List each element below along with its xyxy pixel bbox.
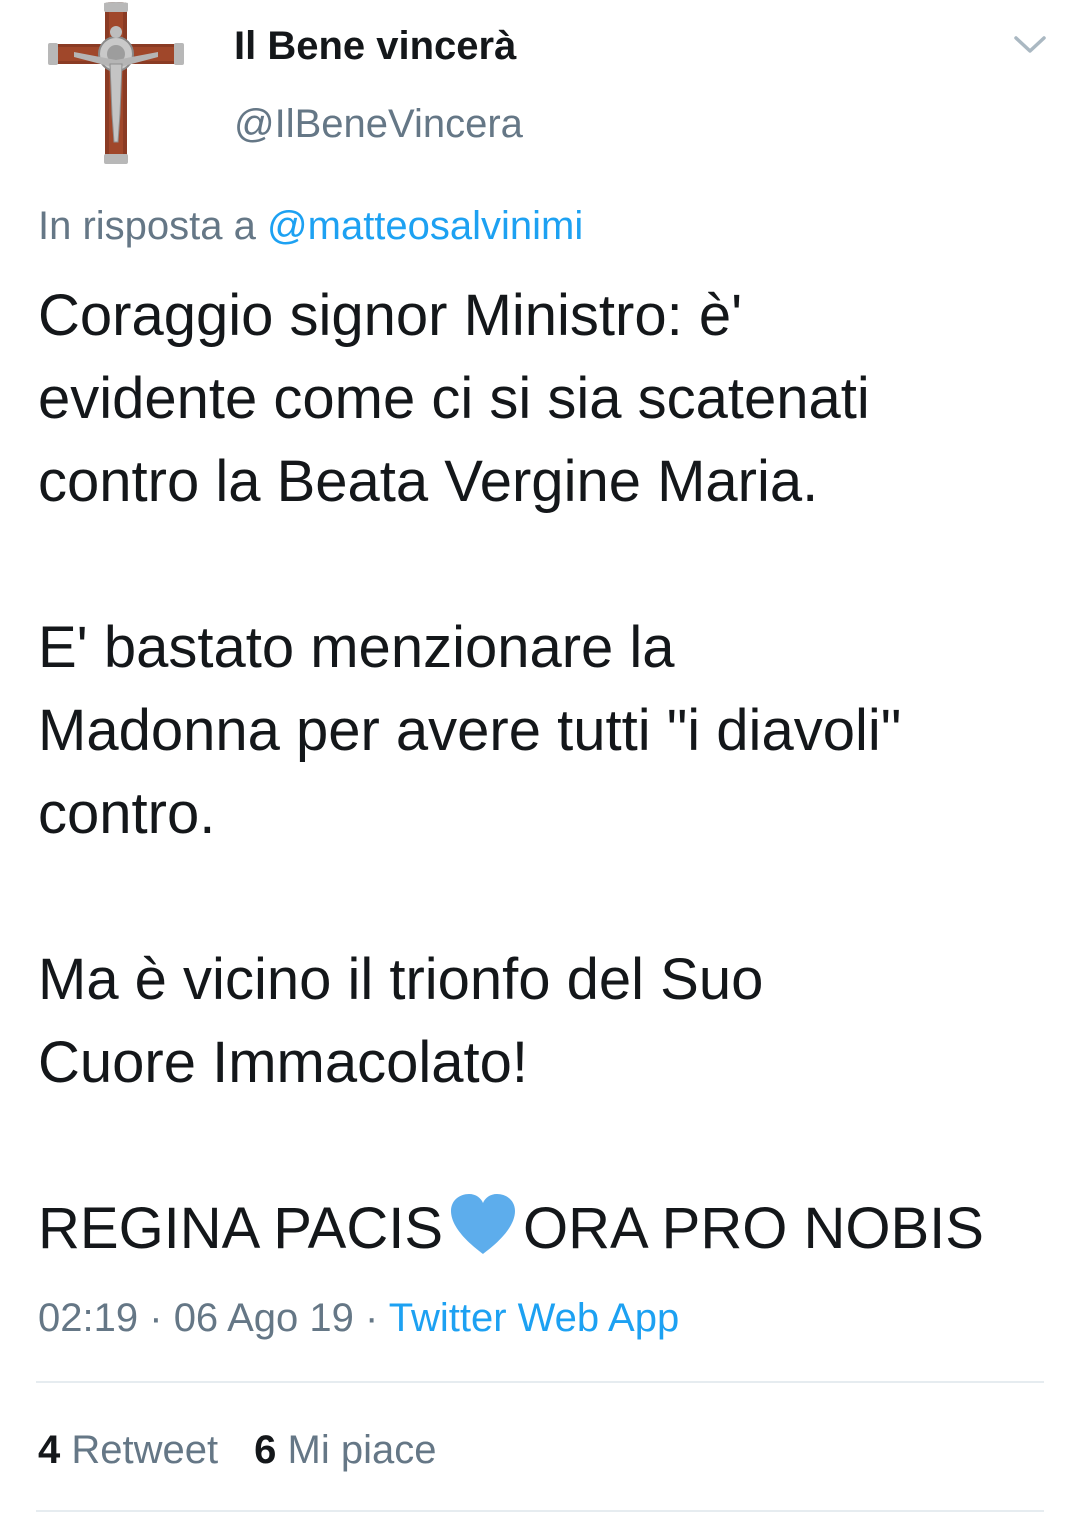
tweet-blank-line bbox=[38, 523, 1068, 606]
likes-count: 6 bbox=[254, 1428, 277, 1472]
tweet-line: contro. bbox=[38, 781, 216, 846]
divider bbox=[36, 1510, 1044, 1512]
tweet-line-final-after: ORA PRO NOBIS bbox=[523, 1196, 984, 1261]
tweet-line: Cuore Immacolato! bbox=[38, 1030, 528, 1095]
more-options-button[interactable] bbox=[1008, 28, 1052, 62]
blue-heart-icon bbox=[447, 1192, 519, 1278]
tweet-text: Coraggio signor Ministro: è' evidente co… bbox=[38, 274, 1068, 1278]
tweet-stats: 4 Retweet 6 Mi piace bbox=[38, 1424, 472, 1476]
meta-separator: · bbox=[149, 1296, 163, 1340]
reply-mention-link[interactable]: @matteosalvinimi bbox=[267, 204, 583, 248]
tweet-line: evidente come ci si sia scatenati bbox=[38, 366, 870, 431]
tweet-time[interactable]: 02:19 bbox=[38, 1296, 138, 1340]
user-handle[interactable]: @IlBeneVincera bbox=[234, 98, 523, 150]
crucifix-icon bbox=[48, 2, 184, 164]
tweet-date[interactable]: 06 Ago 19 bbox=[174, 1296, 354, 1340]
tweet-blank-line bbox=[38, 855, 1068, 938]
retweets-stat[interactable]: 4 Retweet bbox=[38, 1428, 218, 1472]
divider bbox=[36, 1381, 1044, 1383]
tweet-line-final-before: REGINA PACIS bbox=[38, 1196, 444, 1261]
reply-context: In risposta a @matteosalvinimi bbox=[38, 200, 583, 252]
meta-separator: · bbox=[365, 1296, 379, 1340]
retweets-count: 4 bbox=[38, 1428, 61, 1472]
tweet-line: E' bastato menzionare la bbox=[38, 615, 675, 680]
likes-stat[interactable]: 6 Mi piace bbox=[254, 1428, 436, 1472]
user-display-name[interactable]: Il Bene vincerà bbox=[234, 20, 516, 72]
tweet-metadata: 02:19 · 06 Ago 19 · Twitter Web App bbox=[38, 1292, 679, 1344]
reply-prefix: In risposta a bbox=[38, 204, 256, 248]
tweet-blank-line bbox=[38, 1104, 1068, 1187]
tweet-line-final: REGINA PACIS ORA PRO NOBIS bbox=[38, 1187, 1068, 1278]
retweets-label: Retweet bbox=[71, 1428, 219, 1472]
tweet-line: Madonna per avere tutti "i diavoli" bbox=[38, 698, 902, 763]
tweet-line: Ma è vicino il trionfo del Suo bbox=[38, 947, 764, 1012]
chevron-down-icon bbox=[1014, 36, 1046, 53]
tweet-line: contro la Beata Vergine Maria. bbox=[38, 449, 819, 514]
likes-label: Mi piace bbox=[287, 1428, 437, 1472]
tweet-source-link[interactable]: Twitter Web App bbox=[389, 1296, 680, 1340]
avatar[interactable] bbox=[34, 2, 198, 166]
tweet-line: Coraggio signor Ministro: è' bbox=[38, 283, 743, 348]
